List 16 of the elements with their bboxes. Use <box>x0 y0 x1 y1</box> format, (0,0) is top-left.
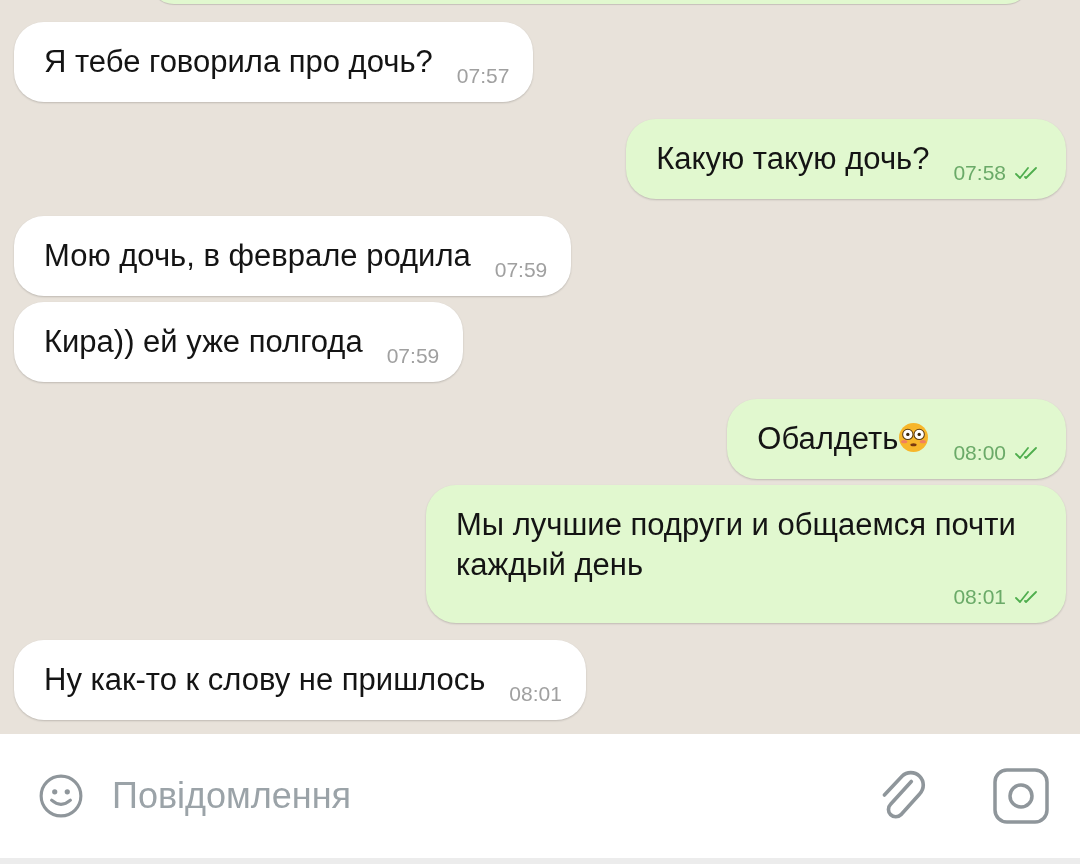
message-text: Кира)) ей уже полгода <box>44 323 363 361</box>
message-time: 07:57 <box>456 64 510 88</box>
message-text: Обалдеть <box>757 420 899 458</box>
message-time: 07:58 <box>953 161 1006 185</box>
emoji-icon[interactable] <box>38 773 84 819</box>
camera-icon[interactable] <box>992 767 1050 825</box>
message-time: 08:01 <box>953 585 1006 609</box>
message-text: Какую такую дочь? <box>656 140 930 178</box>
message-time: 07:59 <box>494 258 548 282</box>
message-time: 08:00 <box>953 441 1006 465</box>
message-text: Мы лучшие подруги и общаемся почти каждый день <box>456 506 1016 584</box>
message-text: Я тебе говорила про дочь? <box>44 43 433 81</box>
message-text: Ну как-то к слову не пришлось <box>44 661 486 699</box>
message-text: Мою дочь, в феврале родила <box>44 237 471 275</box>
message-time: 08:01 <box>509 682 562 706</box>
message-time: 07:59 <box>386 344 440 368</box>
